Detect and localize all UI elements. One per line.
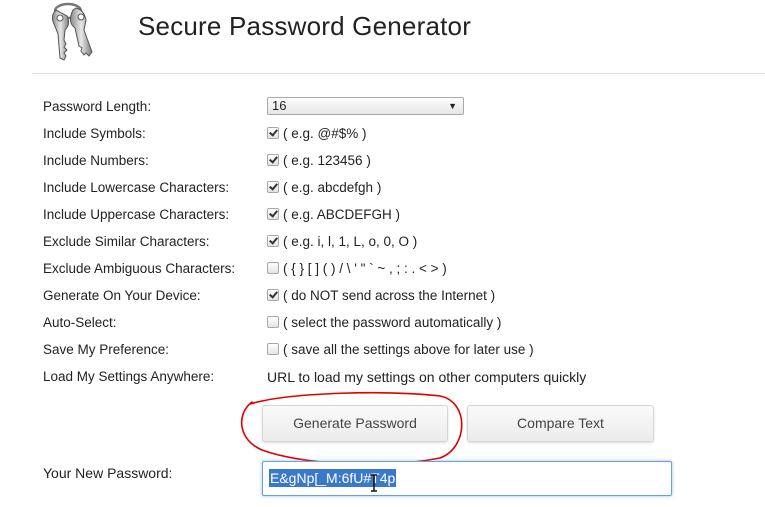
include-numbers-checkbox[interactable] <box>267 154 279 166</box>
exclude-ambiguous-checkbox[interactable] <box>267 262 279 274</box>
include-symbols-checkbox[interactable] <box>267 127 279 139</box>
include-symbols-hint: ( e.g. @#$% ) <box>283 126 367 141</box>
exclude-ambiguous-label: Exclude Ambiguous Characters: <box>43 261 236 276</box>
row-load-anywhere: Load My Settings Anywhere: URL to load m… <box>0 367 765 387</box>
row-exclude-similar: Exclude Similar Characters: ( e.g. i, l,… <box>0 232 765 252</box>
compare-text-button[interactable]: Compare Text <box>467 405 654 442</box>
page-title: Secure Password Generator <box>138 11 472 41</box>
auto-select-label: Auto-Select: <box>43 315 117 330</box>
keys-icon <box>51 2 93 61</box>
row-include-symbols: Include Symbols: ( e.g. @#$% ) <box>0 124 765 144</box>
include-symbols-label: Include Symbols: <box>43 126 146 141</box>
auto-select-checkbox[interactable] <box>267 316 279 328</box>
row-exclude-ambiguous: Exclude Ambiguous Characters: ( { } [ ] … <box>0 259 765 279</box>
generate-on-device-hint: ( do NOT send across the Internet ) <box>283 288 496 303</box>
generate-on-device-checkbox[interactable] <box>267 289 279 301</box>
row-include-lowercase: Include Lowercase Characters: ( e.g. abc… <box>0 178 765 198</box>
header-divider <box>32 73 765 74</box>
include-lowercase-hint: ( e.g. abcdefgh ) <box>283 180 382 195</box>
include-lowercase-checkbox[interactable] <box>267 181 279 193</box>
password-length-select[interactable]: 16 ▼ <box>267 97 464 115</box>
include-numbers-label: Include Numbers: <box>43 153 149 168</box>
save-preference-checkbox[interactable] <box>267 343 279 355</box>
dropdown-arrow-icon: ▼ <box>448 101 457 111</box>
auto-select-hint: ( select the password automatically ) <box>283 315 502 330</box>
password-generator-page: Secure Password Generator Password Lengt… <box>0 0 765 507</box>
row-include-uppercase: Include Uppercase Characters: ( e.g. ABC… <box>0 205 765 225</box>
new-password-label: Your New Password: <box>43 465 173 481</box>
exclude-similar-checkbox[interactable] <box>267 235 279 247</box>
exclude-similar-hint: ( e.g. i, l, 1, L, o, 0, O ) <box>283 234 418 249</box>
generate-password-button[interactable]: Generate Password <box>262 405 448 442</box>
load-anywhere-label: Load My Settings Anywhere: <box>43 369 215 384</box>
include-numbers-hint: ( e.g. 123456 ) <box>283 153 371 168</box>
password-length-label: Password Length: <box>43 99 152 114</box>
include-lowercase-label: Include Lowercase Characters: <box>43 180 230 195</box>
row-generate-on-device: Generate On Your Device: ( do NOT send a… <box>0 286 765 306</box>
row-auto-select: Auto-Select: ( select the password autom… <box>0 313 765 333</box>
text-cursor-icon <box>371 474 377 492</box>
row-save-preference: Save My Preference: ( save all the setti… <box>0 340 765 360</box>
exclude-ambiguous-hint: ( { } [ ] ( ) / \ ' " ` ~ , ; : . < > ) <box>283 261 447 276</box>
save-preference-hint: ( save all the settings above for later … <box>283 342 534 357</box>
password-length-value: 16 <box>272 98 287 113</box>
row-include-numbers: Include Numbers: ( e.g. 123456 ) <box>0 151 765 171</box>
generate-on-device-label: Generate On Your Device: <box>43 288 201 303</box>
new-password-field[interactable]: E&gNp[_M:6fU#T4p <box>262 461 672 496</box>
include-uppercase-hint: ( e.g. ABCDEFGH ) <box>283 207 401 222</box>
load-settings-url-link[interactable]: URL to load my settings on other compute… <box>267 367 586 387</box>
exclude-similar-label: Exclude Similar Characters: <box>43 234 210 249</box>
save-preference-label: Save My Preference: <box>43 342 170 357</box>
include-uppercase-checkbox[interactable] <box>267 208 279 220</box>
include-uppercase-label: Include Uppercase Characters: <box>43 207 230 222</box>
